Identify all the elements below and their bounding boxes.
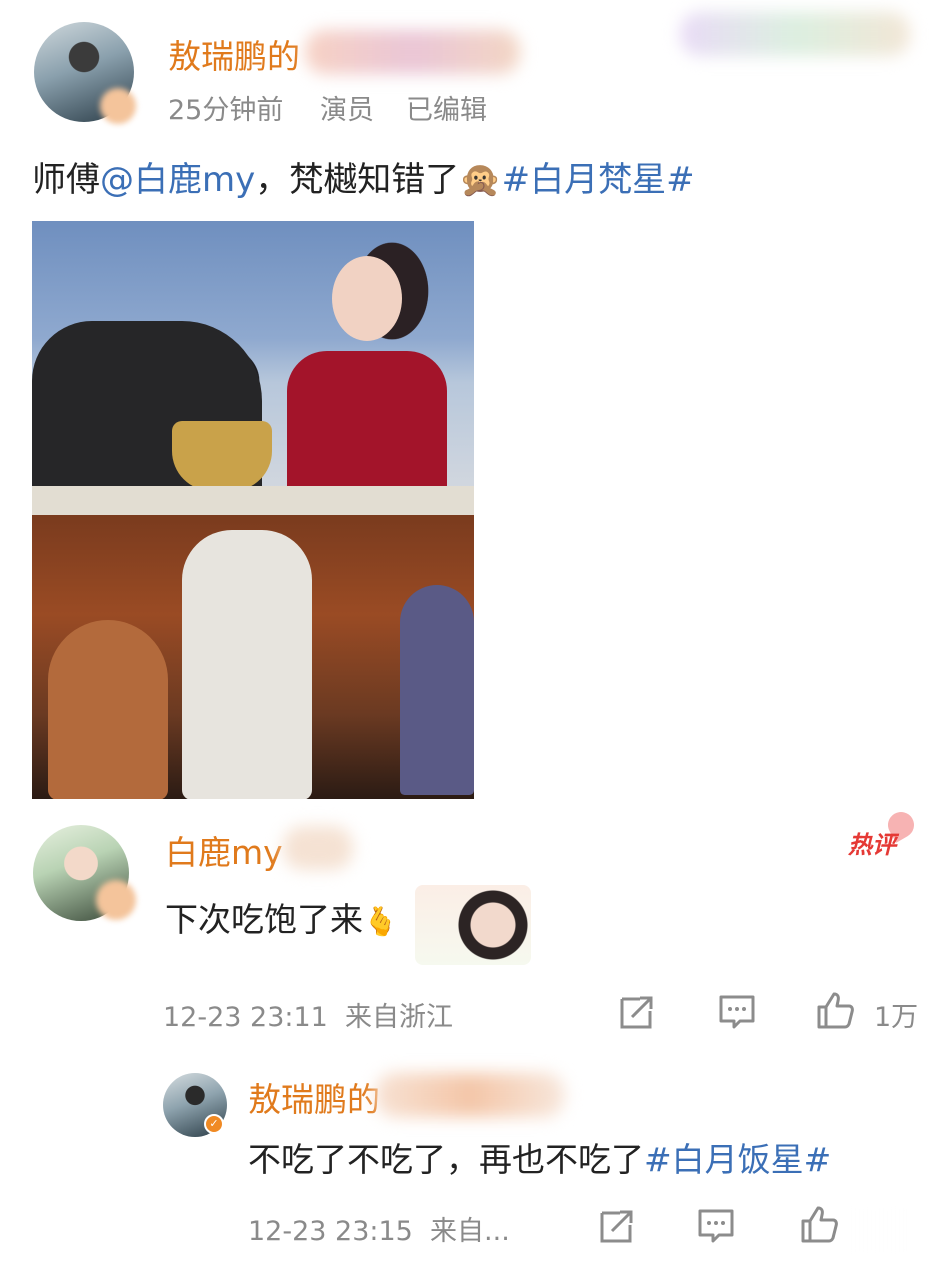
commenter-name[interactable]: 白鹿my — [165, 826, 283, 874]
post-time: 25分钟前 — [168, 95, 284, 126]
comment-sticker — [415, 885, 531, 965]
post-text-prefix: 师傅 — [32, 160, 100, 200]
post-image[interactable] — [32, 221, 474, 799]
comment-location: 来自浙江 — [345, 1002, 454, 1033]
avatar-badge — [96, 880, 136, 920]
blurred-name-suffix — [305, 30, 520, 74]
comment-time: 12-23 23:11 — [163, 1002, 328, 1033]
reply-comment-icon[interactable] — [697, 1207, 735, 1245]
image-top-scene — [32, 221, 474, 515]
image-bottom-scene — [32, 515, 474, 799]
comment-text: 下次吃饱了来🫰 — [165, 893, 398, 941]
comment-body: 下次吃饱了来 — [165, 900, 363, 939]
watermark-overlay — [845, 1208, 945, 1252]
reply-location: 来自... — [430, 1216, 510, 1247]
reply-body: 不吃了不吃了，再也不吃了 — [248, 1140, 644, 1179]
author-tag: 演员 — [320, 95, 374, 126]
reply-meta: 12-23 23:15 来自... — [248, 1209, 510, 1248]
author-name[interactable]: 敖瑞鹏的 — [168, 30, 300, 78]
reply-thumbs-up-icon[interactable] — [800, 1205, 838, 1243]
verified-badge-icon: ✓ — [204, 1114, 224, 1134]
blurred-name-suffix — [283, 826, 353, 870]
edited-label: 已编辑 — [406, 95, 487, 126]
blurred-name-suffix — [375, 1073, 565, 1117]
blurred-decoration — [680, 12, 910, 56]
post-text: 师傅@白鹿my，梵樾知错了🙊#白月梵星# — [32, 152, 695, 201]
reply-share-icon[interactable] — [598, 1207, 636, 1245]
comment-icon[interactable] — [718, 993, 756, 1031]
mention-link[interactable]: @白鹿my — [100, 160, 255, 200]
comment-meta: 12-23 23:11 来自浙江 — [163, 995, 453, 1034]
monkey-emoji-icon: 🙊 — [459, 160, 502, 200]
hot-comment-badge: 热评 — [848, 831, 896, 859]
reply-time: 12-23 23:15 — [248, 1216, 413, 1247]
reply-topic-link[interactable]: #白月饭星# — [644, 1140, 831, 1179]
avatar-badge — [100, 88, 136, 124]
thumbs-up-icon[interactable] — [816, 991, 854, 1029]
like-count: 1万 — [874, 1002, 919, 1033]
hand-gesture-icon: 🫰 — [363, 905, 398, 938]
reply-author-name[interactable]: 敖瑞鹏的 — [248, 1073, 380, 1121]
share-icon[interactable] — [618, 993, 656, 1031]
topic-link[interactable]: #白月梵星# — [502, 160, 695, 200]
post-text-middle: ，梵樾知错了 — [255, 160, 460, 200]
reply-text: 不吃了不吃了，再也不吃了#白月饭星# — [248, 1133, 831, 1181]
